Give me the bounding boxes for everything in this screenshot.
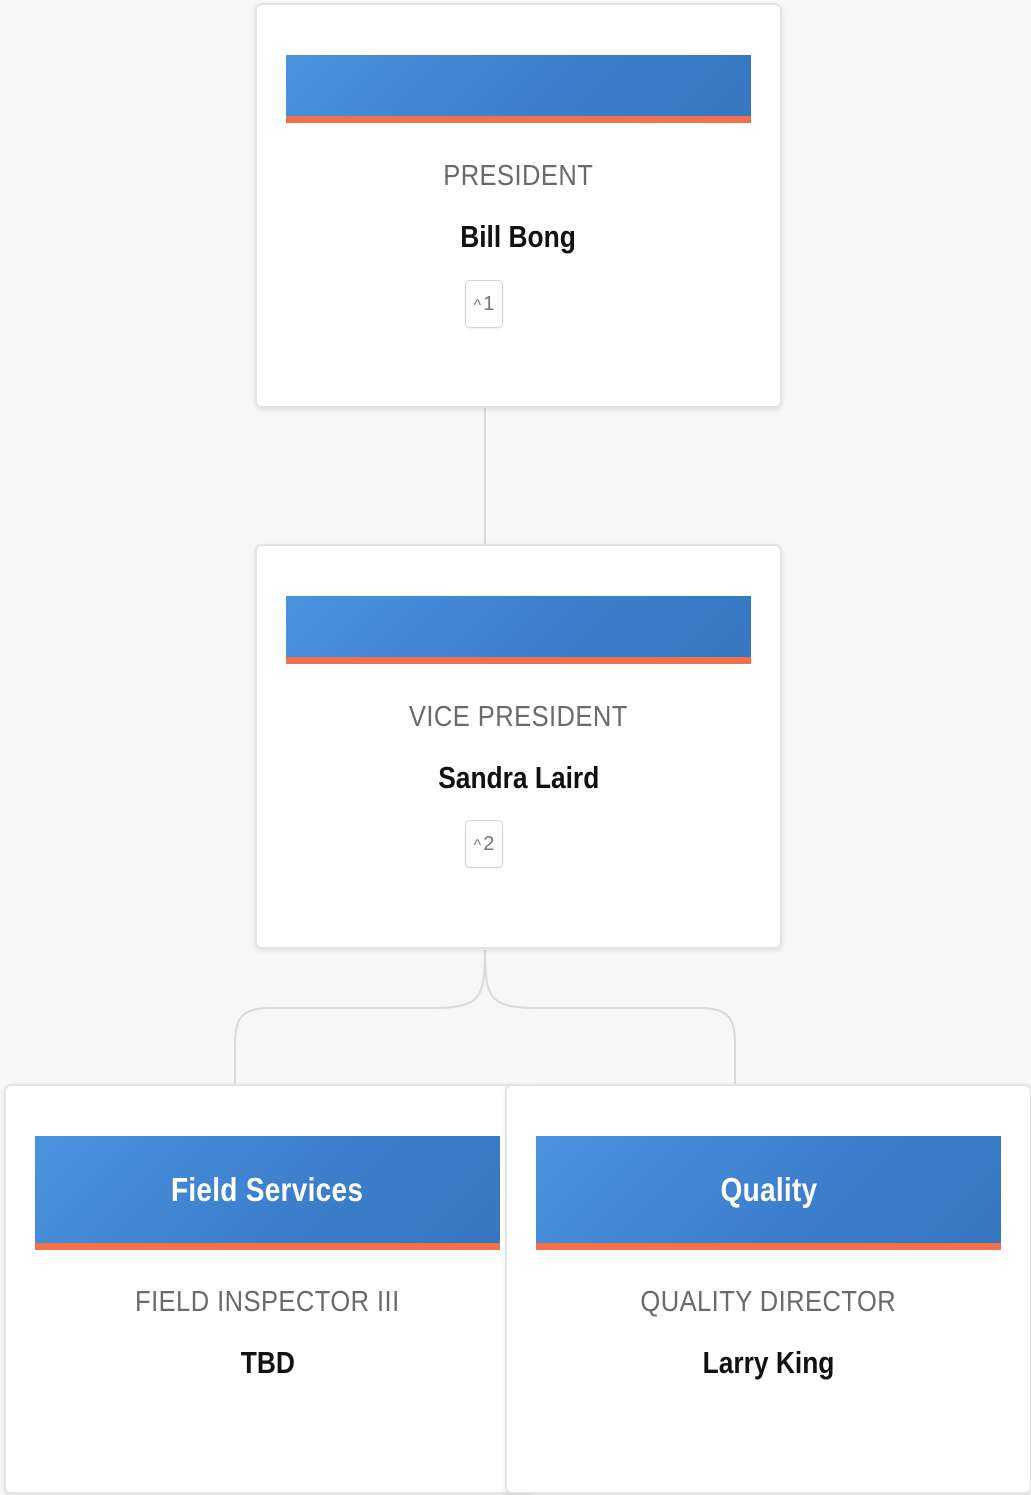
node-header: Quality bbox=[536, 1136, 1001, 1250]
children-count: 2 bbox=[483, 832, 495, 855]
org-node-vice-president[interactable]: VICE PRESIDENT Sandra Laird ^ 2 bbox=[255, 544, 782, 949]
caret-up-icon: ^ bbox=[473, 837, 482, 854]
node-department: Quality bbox=[720, 1170, 817, 1208]
connector-vp-field-services bbox=[234, 949, 486, 1085]
node-header: Field Services bbox=[35, 1136, 500, 1250]
node-title: FIELD INSPECTOR III bbox=[135, 1286, 400, 1318]
org-node-field-services[interactable]: Field Services FIELD INSPECTOR III TBD bbox=[4, 1084, 531, 1494]
node-name: Larry King bbox=[702, 1345, 835, 1380]
org-node-quality[interactable]: Quality QUALITY DIRECTOR Larry King bbox=[505, 1084, 1031, 1494]
node-name: Sandra Laird bbox=[437, 760, 600, 795]
collapse-toggle-button[interactable]: ^ 1 bbox=[465, 280, 503, 328]
org-node-president[interactable]: PRESIDENT Bill Bong ^ 1 bbox=[255, 3, 782, 408]
node-department: Field Services bbox=[171, 1170, 364, 1208]
node-title: PRESIDENT bbox=[443, 160, 594, 192]
node-name: Bill Bong bbox=[460, 219, 577, 254]
children-count: 1 bbox=[483, 292, 495, 315]
node-title: QUALITY DIRECTOR bbox=[640, 1286, 897, 1318]
connector-vp-quality bbox=[484, 949, 736, 1085]
node-name: TBD bbox=[240, 1345, 295, 1380]
org-chart: PRESIDENT Bill Bong ^ 1 VICE PRESIDENT S… bbox=[0, 0, 1031, 1495]
collapse-toggle-button[interactable]: ^ 2 bbox=[465, 820, 503, 868]
node-header bbox=[286, 596, 751, 664]
node-header bbox=[286, 55, 751, 123]
node-title: VICE PRESIDENT bbox=[409, 701, 628, 733]
caret-up-icon: ^ bbox=[473, 297, 482, 314]
